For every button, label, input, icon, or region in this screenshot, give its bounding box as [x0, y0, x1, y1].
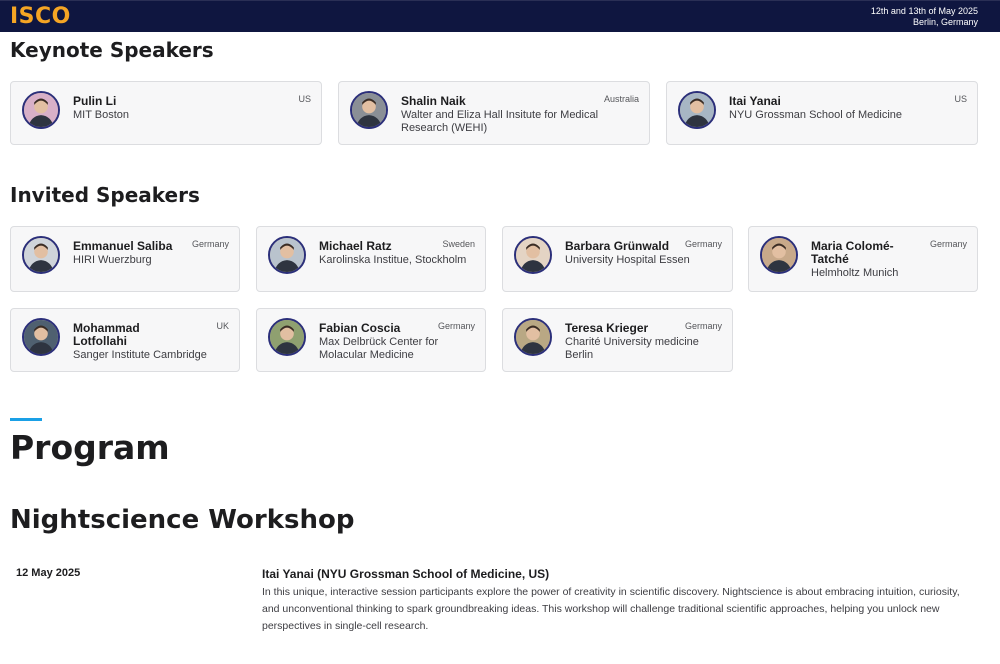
- session-date: 12 May 2025: [16, 567, 81, 579]
- speaker-avatar: [268, 236, 306, 274]
- event-date: 12th and 13th of May 2025: [870, 5, 978, 16]
- speaker-affiliation: Helmholtz Munich: [811, 267, 899, 279]
- speaker-country: Australia: [603, 94, 639, 104]
- invited-speaker-card[interactable]: Barbara Grünwald University Hospital Esse…: [502, 226, 733, 292]
- speaker-avatar: [514, 318, 552, 356]
- speaker-info: Itai Yanai NYU Grossman School of Medicin…: [729, 91, 967, 122]
- speaker-avatar: [514, 236, 552, 274]
- speaker-avatar: [350, 91, 388, 129]
- invited-speaker-card[interactable]: Emmanuel Saliba HIRI Wuerzburg Germany: [10, 226, 240, 292]
- speaker-name: Itai Yanai: [729, 94, 781, 108]
- speaker-affiliation: HIRI Wuerzburg: [73, 254, 152, 266]
- invited-speaker-card[interactable]: Teresa Krieger Charité University medicin…: [502, 308, 733, 372]
- keynote-speaker-card[interactable]: Pulin Li MIT Boston US: [10, 81, 322, 145]
- keynote-speakers-heading: Keynote Speakers: [10, 38, 214, 62]
- isco-logo[interactable]: ISCO: [10, 4, 71, 29]
- program-heading: Program: [10, 428, 170, 467]
- speaker-country: Germany: [684, 239, 722, 249]
- speaker-avatar: [760, 236, 798, 274]
- speaker-name: Pulin Li: [73, 94, 117, 108]
- speaker-affiliation: MIT Boston: [73, 109, 130, 121]
- speaker-affiliation: Karolinska Institue, Stockholm: [319, 254, 467, 266]
- speaker-avatar: [22, 318, 60, 356]
- speaker-country: US: [298, 94, 311, 104]
- invited-speaker-card[interactable]: Michael Ratz Karolinska Institue, Stockho…: [256, 226, 486, 292]
- speaker-avatar: [22, 91, 60, 129]
- event-info: 12th and 13th of May 2025 Berlin, German…: [871, 6, 978, 28]
- session-description: In this unique, interactive session part…: [262, 586, 960, 632]
- keynote-speaker-card[interactable]: Itai Yanai NYU Grossman School of Medicin…: [666, 81, 978, 145]
- invited-speaker-card[interactable]: Mohammad Lotfollahi Sanger Institute Camb…: [10, 308, 240, 372]
- speaker-affiliation: University Hospital Essen: [565, 254, 690, 266]
- speaker-country: Germany: [191, 239, 229, 249]
- speaker-avatar: [678, 91, 716, 129]
- invited-speaker-card[interactable]: Fabian Coscia Max Delbrück Center for Mol…: [256, 308, 486, 372]
- speaker-country: US: [954, 94, 967, 104]
- speaker-country: Germany: [929, 239, 967, 249]
- speaker-info: Mohammad Lotfollahi Sanger Institute Camb…: [73, 318, 229, 362]
- invited-speaker-card[interactable]: Maria Colomé-Tatché Helmholtz Munich Germa…: [748, 226, 978, 292]
- speaker-affiliation: Sanger Institute Cambridge: [73, 349, 207, 361]
- speaker-name: Mohammad Lotfollahi: [73, 321, 140, 348]
- top-bar: ISCO 12th and 13th of May 2025 Berlin, G…: [0, 0, 1000, 32]
- invited-speakers-heading: Invited Speakers: [10, 183, 200, 207]
- speaker-country: Germany: [437, 321, 475, 331]
- program-accent-bar: [10, 418, 42, 421]
- event-location: Berlin, Germany: [912, 16, 978, 27]
- speaker-affiliation: Max Delbrück Center for Molacular Medici…: [319, 336, 439, 361]
- speaker-avatar: [268, 318, 306, 356]
- workshop-heading: Nightscience Workshop: [10, 505, 355, 535]
- speaker-info: Pulin Li MIT Boston: [73, 91, 311, 122]
- speaker-avatar: [22, 236, 60, 274]
- speaker-country: Germany: [684, 321, 722, 331]
- speaker-affiliation: Charité University medicine Berlin: [565, 336, 699, 361]
- speaker-affiliation: Walter and Eliza Hall Insitute for Medic…: [401, 109, 599, 134]
- keynote-speaker-card[interactable]: Shalin Naik Walter and Eliza Hall Insitut…: [338, 81, 650, 145]
- speaker-affiliation: NYU Grossman School of Medicine: [729, 109, 903, 121]
- speaker-country: Sweden: [442, 239, 475, 249]
- speaker-country: UK: [216, 321, 229, 331]
- session-title: Itai Yanai (NYU Grossman School of Medic…: [262, 567, 550, 581]
